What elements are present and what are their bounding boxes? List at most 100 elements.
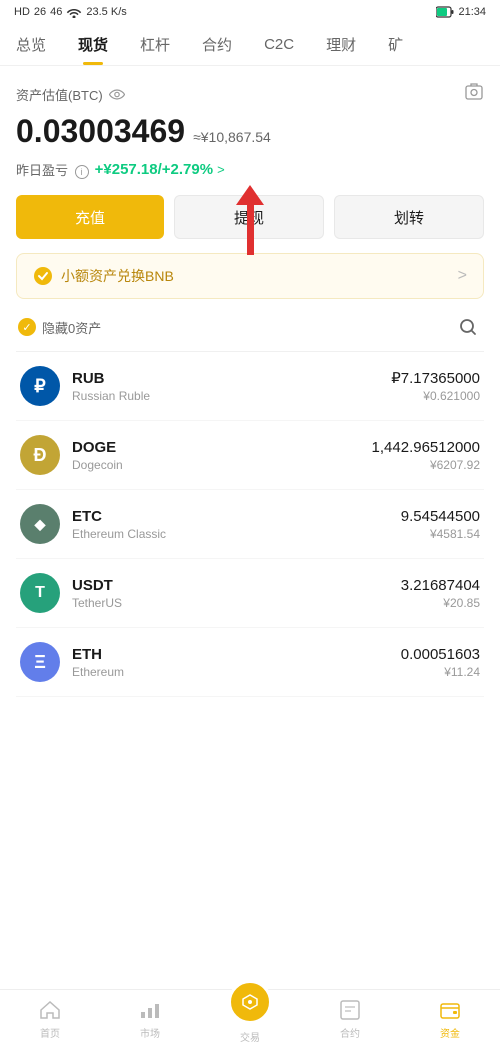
asset-item-doge[interactable]: Ð DOGE Dogecoin 1,442.96512000 ¥6207.92: [16, 421, 484, 490]
etc-info: ETC Ethereum Classic: [72, 508, 401, 541]
top-nav: 总览 现货 杠杆 合约 C2C 理财 矿: [0, 22, 500, 66]
status-time: 21:34: [458, 6, 486, 18]
rub-icon: ₽: [20, 366, 60, 406]
etc-symbol: ETC: [72, 508, 401, 525]
pnl-label: 昨日盈亏 i: [16, 160, 89, 179]
eth-icon: Ξ: [20, 642, 60, 682]
rub-cny: ¥0.621000: [391, 389, 480, 403]
rub-symbol: RUB: [72, 370, 391, 387]
asset-item-usdt[interactable]: T USDT TetherUS 3.21687404 ¥20.85: [16, 559, 484, 628]
usdt-icon: T: [20, 573, 60, 613]
funds-icon: [438, 998, 462, 1022]
nav-item-mining[interactable]: 矿: [372, 26, 419, 65]
status-signal: 26: [34, 6, 46, 18]
bnb-banner-left: 小额资产兑换BNB: [33, 266, 174, 286]
status-bar: HD 26 46 23.5 K/s 21:34: [0, 0, 500, 22]
etc-icon: ◆: [20, 504, 60, 544]
nav-item-overview[interactable]: 总览: [0, 26, 62, 65]
bottom-nav-market[interactable]: 市场: [100, 998, 200, 1044]
eth-name: Ethereum: [72, 665, 401, 679]
doge-cny: ¥6207.92: [372, 458, 480, 472]
usdt-name: TetherUS: [72, 596, 401, 610]
doge-icon: Ð: [20, 435, 60, 475]
eth-symbol: ETH: [72, 646, 401, 663]
filter-left[interactable]: ✓ 隐藏0资产: [18, 318, 101, 337]
usdt-info: USDT TetherUS: [72, 577, 401, 610]
asset-item-eth[interactable]: Ξ ETH Ethereum 0.00051603 ¥11.24: [16, 628, 484, 697]
doge-balance: 1,442.96512000 ¥6207.92: [372, 439, 480, 472]
pnl-value: +¥257.18/+2.79%: [95, 161, 213, 178]
status-lte: 46: [50, 6, 62, 18]
asset-label: 资产估值(BTC): [16, 85, 125, 104]
bnb-banner-text: 小额资产兑换BNB: [61, 266, 174, 286]
rub-balance: ₽7.17365000 ¥0.621000: [391, 369, 480, 403]
bottom-nav-home[interactable]: 首页: [0, 998, 100, 1044]
filter-check-icon: ✓: [18, 318, 36, 336]
bnb-check-icon: [33, 266, 53, 286]
search-button[interactable]: [454, 313, 482, 341]
eye-icon[interactable]: [109, 87, 125, 103]
pnl-row: 昨日盈亏 i +¥257.18/+2.79% >: [16, 160, 484, 179]
withdraw-button[interactable]: 提现: [174, 195, 324, 239]
bottom-nav-futures[interactable]: 合约: [300, 998, 400, 1044]
rub-info: RUB Russian Ruble: [72, 370, 391, 403]
asset-item-rub[interactable]: ₽ RUB Russian Ruble ₽7.17365000 ¥0.62100…: [16, 352, 484, 421]
doge-amount: 1,442.96512000: [372, 439, 480, 456]
bottom-nav-home-label: 首页: [40, 1025, 60, 1040]
pnl-info-icon[interactable]: i: [75, 165, 89, 179]
etc-amount: 9.54544500: [401, 508, 480, 525]
asset-title-row: 资产估值(BTC): [16, 82, 484, 107]
bottom-nav-trade[interactable]: 交易: [200, 998, 300, 1044]
usdt-amount: 3.21687404: [401, 577, 480, 594]
usdt-symbol: USDT: [72, 577, 401, 594]
trade-icon: [228, 980, 272, 1024]
home-icon: [38, 998, 62, 1022]
status-right: 21:34: [436, 6, 486, 18]
doge-info: DOGE Dogecoin: [72, 439, 372, 472]
doge-name: Dogecoin: [72, 458, 372, 472]
pnl-arrow[interactable]: >: [217, 162, 225, 177]
market-icon: [138, 998, 162, 1022]
bottom-nav-funds[interactable]: 资金: [400, 998, 500, 1044]
deposit-button[interactable]: 充值: [16, 195, 164, 239]
wifi-icon: [66, 6, 82, 18]
asset-value-row: 0.03003469 ≈¥10,867.54: [16, 113, 484, 152]
transfer-button[interactable]: 划转: [334, 195, 484, 239]
main-content: 资产估值(BTC) 0.03003469 ≈¥10,867.54 昨日盈亏 i …: [0, 66, 500, 777]
bottom-nav-trade-label: 交易: [240, 1029, 260, 1044]
etc-cny: ¥4581.54: [401, 527, 480, 541]
etc-name: Ethereum Classic: [72, 527, 401, 541]
nav-item-futures[interactable]: 合约: [186, 26, 248, 65]
filter-row: ✓ 隐藏0资产: [16, 313, 484, 341]
asset-item-etc[interactable]: ◆ ETC Ethereum Classic 9.54544500 ¥4581.…: [16, 490, 484, 559]
futures-icon: [338, 998, 362, 1022]
usdt-cny: ¥20.85: [401, 596, 480, 610]
bottom-nav: 首页 市场 交易 合约 资金: [0, 989, 500, 1056]
status-left: HD 26 46 23.5 K/s: [14, 6, 127, 18]
etc-balance: 9.54544500 ¥4581.54: [401, 508, 480, 541]
rub-name: Russian Ruble: [72, 389, 391, 403]
bottom-nav-market-label: 市场: [140, 1025, 160, 1040]
asset-label-text: 资产估值(BTC): [16, 85, 103, 104]
bnb-banner[interactable]: 小额资产兑换BNB >: [16, 253, 484, 299]
asset-list: ₽ RUB Russian Ruble ₽7.17365000 ¥0.62100…: [16, 351, 484, 697]
buttons-section: 充值 提现 划转: [16, 195, 484, 239]
eth-balance: 0.00051603 ¥11.24: [401, 646, 480, 679]
usdt-balance: 3.21687404 ¥20.85: [401, 577, 480, 610]
asset-cny-value: ≈¥10,867.54: [193, 129, 271, 145]
action-buttons: 充值 提现 划转: [16, 195, 484, 239]
nav-item-spot[interactable]: 现货: [62, 26, 124, 65]
snapshot-icon[interactable]: [464, 82, 484, 107]
status-speed: 23.5 K/s: [86, 6, 126, 18]
eth-amount: 0.00051603: [401, 646, 480, 663]
nav-item-margin[interactable]: 杠杆: [124, 26, 186, 65]
eth-info: ETH Ethereum: [72, 646, 401, 679]
asset-btc-value: 0.03003469: [16, 113, 185, 150]
bottom-nav-futures-label: 合约: [340, 1025, 360, 1040]
filter-label: 隐藏0资产: [42, 318, 101, 337]
nav-item-finance[interactable]: 理财: [310, 26, 372, 65]
nav-item-c2c[interactable]: C2C: [248, 28, 310, 63]
bottom-nav-funds-label: 资金: [440, 1025, 460, 1040]
status-network: HD: [14, 6, 30, 18]
rub-amount: ₽7.17365000: [391, 369, 480, 387]
